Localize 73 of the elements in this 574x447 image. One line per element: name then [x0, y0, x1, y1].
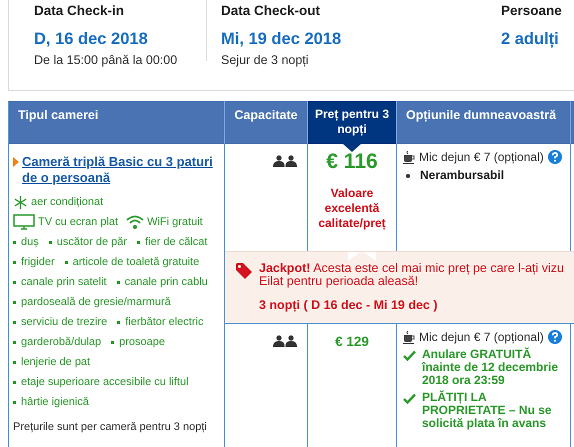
column-header: Tipul camerei — [9, 101, 225, 144]
bullet-icon — [13, 340, 16, 344]
price-note: Prețurile sunt per cameră pentru 3 nopți — [13, 421, 208, 434]
header-pointer — [343, 144, 361, 152]
bullet-icon — [111, 340, 114, 344]
coffee-cup-icon — [403, 150, 416, 164]
booking-condition: Anulare GRATUITĂ înainte de 12 decembrie 2018 ora 23:59 — [422, 348, 560, 387]
summary-value[interactable]: 2 adulți — [501, 29, 562, 49]
amenity-label: aer condiționat — [31, 195, 104, 210]
price: € 129 — [334, 333, 370, 349]
booking-condition: PLĂTIȚI LA PROPRIETATE – Nu se solicită plata în avans — [422, 391, 553, 430]
facility-label: fierbător electric — [125, 315, 204, 330]
value-badge-text: Valoare excelentă calitate/preț — [317, 186, 387, 231]
amenity-label: TV cu ecran plat — [38, 215, 118, 230]
bullet-icon — [13, 260, 16, 264]
facility-label: garderobă/dulap — [21, 335, 102, 350]
facility-label: etaje superioare accesibile cu liftul — [21, 375, 189, 390]
tv-icon — [13, 214, 35, 230]
bullet-icon — [117, 320, 120, 324]
two-persons-icon — [273, 155, 297, 167]
amenity-label: WiFi gratuit — [147, 215, 203, 230]
bullet-icon — [13, 300, 16, 304]
caret-icon — [13, 157, 19, 167]
jackpot-message: Jackpot! Acesta este cel mai mic preț pe care l-ați vizu Eilat pentru perioada aleasă! — [259, 262, 564, 288]
facility-label: lenjerie de pat — [21, 355, 90, 370]
check-icon — [403, 393, 416, 404]
check-icon — [403, 350, 416, 361]
summary-note: De la 15:00 până la 00:00 — [34, 53, 178, 67]
column-header: Capacitate — [225, 101, 308, 144]
facility-label: duș — [21, 235, 39, 250]
facility-label: fier de călcat — [145, 235, 208, 250]
facility-label: pardoseală de gresie/marmură — [21, 295, 171, 310]
summary-label: Persoane — [501, 3, 562, 19]
column-header: Opțiunile dumneavoastră — [397, 101, 571, 144]
breakfast-option: Mic dejun € 7 (opțional) — [419, 330, 544, 344]
facility-label: canale prin satelit — [21, 275, 107, 290]
bullet-icon — [13, 400, 16, 404]
help-icon[interactable] — [548, 330, 562, 344]
bullet-icon — [137, 240, 140, 244]
bullet-icon — [13, 240, 16, 244]
bullet-icon — [13, 380, 16, 384]
help-icon[interactable] — [548, 150, 562, 164]
tag-icon — [235, 262, 253, 280]
bullet-icon — [406, 174, 410, 178]
summary-value[interactable]: D, 16 dec 2018 — [34, 29, 206, 49]
bullet-icon — [48, 240, 52, 244]
summary-note: Sejur de 3 nopți — [221, 53, 310, 67]
snowflake-icon — [13, 194, 28, 210]
bullet-icon — [13, 280, 16, 284]
facility-label: canale prin cablu — [124, 275, 208, 290]
breakfast-option: Mic dejun € 7 (opțional) — [419, 150, 544, 164]
bullet-icon — [13, 360, 16, 364]
two-persons-icon — [273, 335, 297, 347]
booking-condition: Nerambursabil — [420, 168, 504, 182]
bullet-icon — [64, 260, 68, 264]
room-name-link[interactable]: Cameră triplă Basic cu 3 paturi de o persoană — [22, 154, 220, 186]
facility-label: hârtie igienică — [21, 395, 89, 410]
facility-label: articole de toaletă gratuite — [72, 255, 200, 270]
facility-label: uscător de păr — [56, 235, 128, 250]
price: € 116 — [325, 150, 379, 174]
bullet-icon — [13, 320, 16, 324]
summary-label: Data Check-out — [221, 3, 322, 19]
jackpot-dates: 3 nopți ( D 16 dec - Mi 19 dec ) — [259, 298, 439, 312]
facility-label: frigider — [21, 255, 55, 270]
summary-label: Data Check-in — [34, 3, 126, 19]
banner-notch — [348, 252, 376, 261]
bullet-icon — [116, 280, 120, 284]
summary-value[interactable]: Mi, 19 dec 2018 — [221, 29, 501, 49]
facility-label: serviciu de trezire — [21, 315, 108, 330]
column-header: Preț pentru 3 nopți — [308, 101, 397, 144]
coffee-cup-icon — [403, 330, 416, 344]
wifi-icon — [126, 214, 144, 230]
facility-label: prosoape — [119, 335, 165, 350]
